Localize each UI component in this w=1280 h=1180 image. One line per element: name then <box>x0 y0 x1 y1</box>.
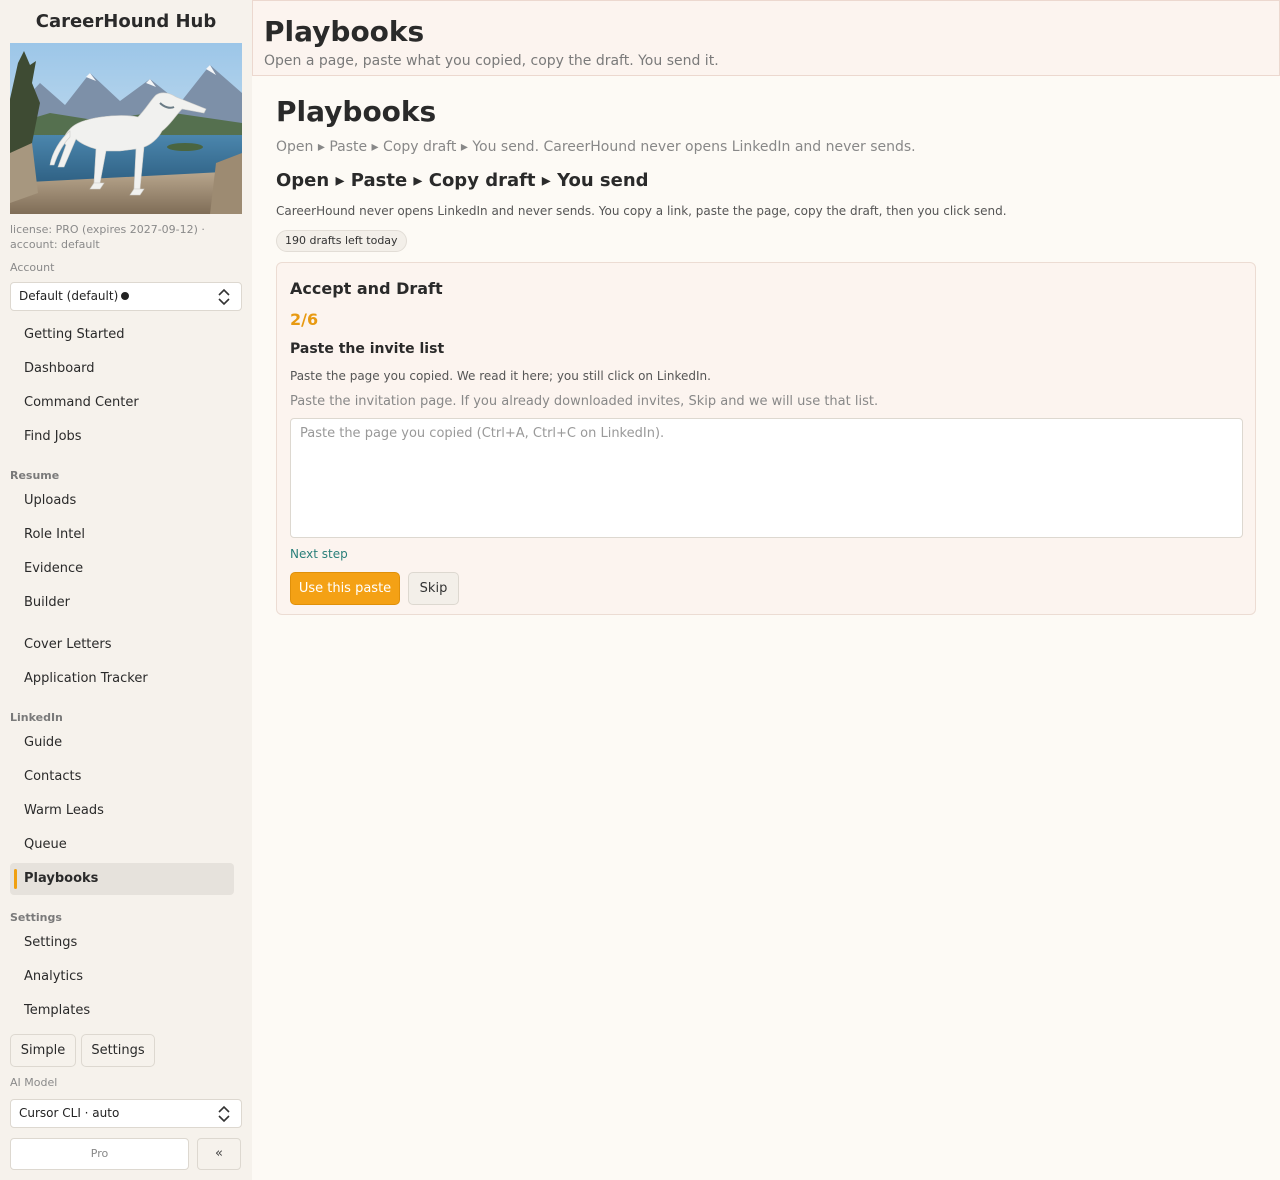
simple-mode-button[interactable]: Simple <box>10 1034 76 1067</box>
skip-button[interactable]: Skip <box>408 572 459 605</box>
step-hint: Paste the invitation page. If you alread… <box>290 394 879 409</box>
account-select[interactable]: Default (default) <box>10 282 242 311</box>
section-label-linkedin: LinkedIn <box>10 711 63 724</box>
ai-model-label: AI Model <box>10 1076 58 1089</box>
collapse-sidebar-button[interactable]: « <box>197 1138 241 1170</box>
settings-button[interactable]: Settings <box>81 1034 155 1067</box>
section-label-settings: Settings <box>10 911 62 924</box>
pro-button[interactable]: Pro <box>10 1138 189 1170</box>
header-subtitle: Open a page, paste what you copied, copy… <box>264 53 719 69</box>
page-title: Playbooks <box>276 95 437 128</box>
step-description: Paste the page you copied. We read it he… <box>290 369 711 383</box>
brand-title: CareerHound Hub <box>35 11 217 32</box>
section-label-resume: Resume <box>10 469 60 482</box>
sidebar-item-analytics[interactable]: Analytics <box>10 961 234 993</box>
select-updown-icon <box>218 1105 230 1123</box>
ai-model-select-value: Cursor CLI · auto <box>19 1106 120 1120</box>
flow-description: CareerHound never opens LinkedIn and nev… <box>276 204 1007 218</box>
sidebar-item-warm-leads[interactable]: Warm Leads <box>10 795 234 827</box>
sidebar-item-command-center[interactable]: Command Center <box>10 387 234 419</box>
account-label: Account <box>10 261 55 274</box>
card-title: Accept and Draft <box>290 279 443 298</box>
sidebar-item-getting-started[interactable]: Getting Started <box>10 319 234 351</box>
hero-image-greyhound <box>10 43 242 214</box>
step-counter: 2/6 <box>290 310 319 329</box>
next-step-link[interactable]: Next step <box>290 547 348 561</box>
sidebar-item-queue[interactable]: Queue <box>10 829 234 861</box>
sidebar-item-dashboard[interactable]: Dashboard <box>10 353 234 385</box>
sidebar-item-builder[interactable]: Builder <box>10 587 234 619</box>
paste-input[interactable] <box>290 418 1243 538</box>
sidebar-item-cover-letters[interactable]: Cover Letters <box>10 629 234 661</box>
status-dot-icon <box>121 292 130 300</box>
select-updown-icon <box>218 288 230 306</box>
sidebar-item-playbooks[interactable]: Playbooks <box>10 863 234 895</box>
account-select-value: Default (default) <box>19 289 119 303</box>
license-info: license: PRO (expires 2027-09-12) · acco… <box>10 223 205 251</box>
page-header: Playbooks Open a page, paste what you co… <box>252 0 1280 76</box>
sidebar-item-find-jobs[interactable]: Find Jobs <box>10 421 234 453</box>
drafts-left-badge: 190 drafts left today <box>276 230 407 252</box>
flow-heading: Open ▸ Paste ▸ Copy draft ▸ You send <box>276 170 649 191</box>
ai-model-select[interactable]: Cursor CLI · auto <box>10 1099 242 1128</box>
header-title: Playbooks <box>264 15 425 48</box>
sidebar-item-uploads[interactable]: Uploads <box>10 485 234 517</box>
sidebar-item-templates[interactable]: Templates <box>10 995 234 1027</box>
page-subtitle: Open ▸ Paste ▸ Copy draft ▸ You send. Ca… <box>276 139 916 155</box>
sidebar-item-evidence[interactable]: Evidence <box>10 553 234 585</box>
sidebar-item-contacts[interactable]: Contacts <box>10 761 234 793</box>
playbook-card: Accept and Draft 2/6 Paste the invite li… <box>276 262 1256 615</box>
sidebar-item-settings[interactable]: Settings <box>10 927 234 959</box>
sidebar-item-application-tracker[interactable]: Application Tracker <box>10 663 234 695</box>
step-title: Paste the invite list <box>290 341 445 357</box>
sidebar-item-guide[interactable]: Guide <box>10 727 234 759</box>
use-paste-button[interactable]: Use this paste <box>290 572 400 605</box>
sidebar: CareerHound Hub license: PRO (expires 20… <box>0 0 252 1180</box>
sidebar-item-role-intel[interactable]: Role Intel <box>10 519 234 551</box>
